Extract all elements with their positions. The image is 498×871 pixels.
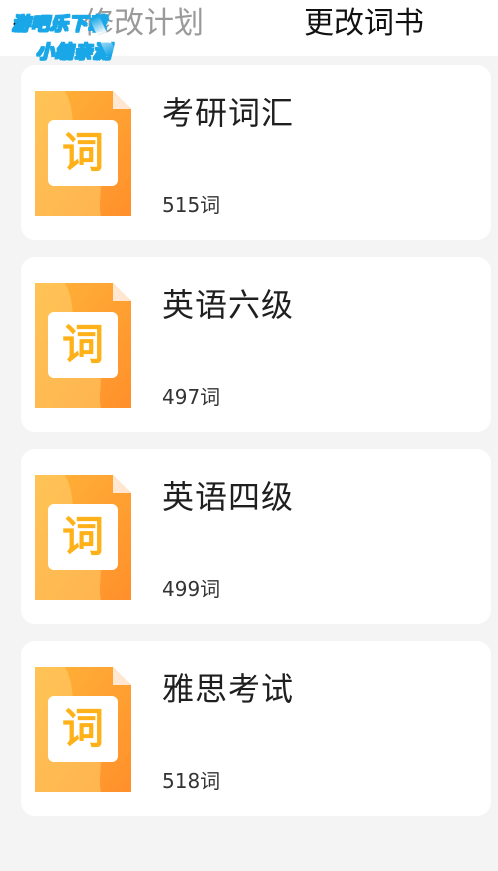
wordbook-card[interactable]: 词 英语六级 497词 bbox=[21, 257, 491, 432]
word-count: 515词 bbox=[162, 193, 221, 217]
word-count: 518词 bbox=[162, 769, 221, 793]
book-cover-icon: 词 bbox=[35, 91, 131, 216]
wordbook-card[interactable]: 词 雅思考试 518词 bbox=[21, 641, 491, 816]
book-cover-icon: 词 bbox=[35, 475, 131, 600]
word-count: 497词 bbox=[162, 385, 221, 409]
wordbook-title: 英语四级 bbox=[162, 478, 295, 516]
cover-char: 词 bbox=[62, 512, 104, 561]
wordbook-title: 考研词汇 bbox=[162, 94, 295, 132]
tab-change-wordbook[interactable]: 更改词书 bbox=[304, 6, 424, 42]
back-button[interactable] bbox=[8, 10, 30, 38]
wordbook-card[interactable]: 词 考研词汇 515词 bbox=[21, 65, 491, 240]
wordbook-card[interactable]: 词 英语四级 499词 bbox=[21, 449, 491, 624]
wordbook-title: 英语六级 bbox=[162, 286, 295, 324]
top-bar: 修改计划 更改词书 bbox=[0, 0, 498, 56]
book-cover-icon: 词 bbox=[35, 667, 131, 792]
chevron-left-icon bbox=[13, 15, 24, 33]
cover-char: 词 bbox=[62, 128, 104, 177]
wordbook-title: 雅思考试 bbox=[162, 670, 295, 708]
word-count: 499词 bbox=[162, 577, 221, 601]
cover-char: 词 bbox=[62, 320, 104, 369]
cover-char: 词 bbox=[62, 704, 104, 753]
wordbook-list: 词 考研词汇 515词 词 英语六级 497词 词 英语四级 499词 词 雅思… bbox=[21, 65, 491, 833]
tab-modify-plan[interactable]: 修改计划 bbox=[84, 6, 204, 42]
book-cover-icon: 词 bbox=[35, 283, 131, 408]
